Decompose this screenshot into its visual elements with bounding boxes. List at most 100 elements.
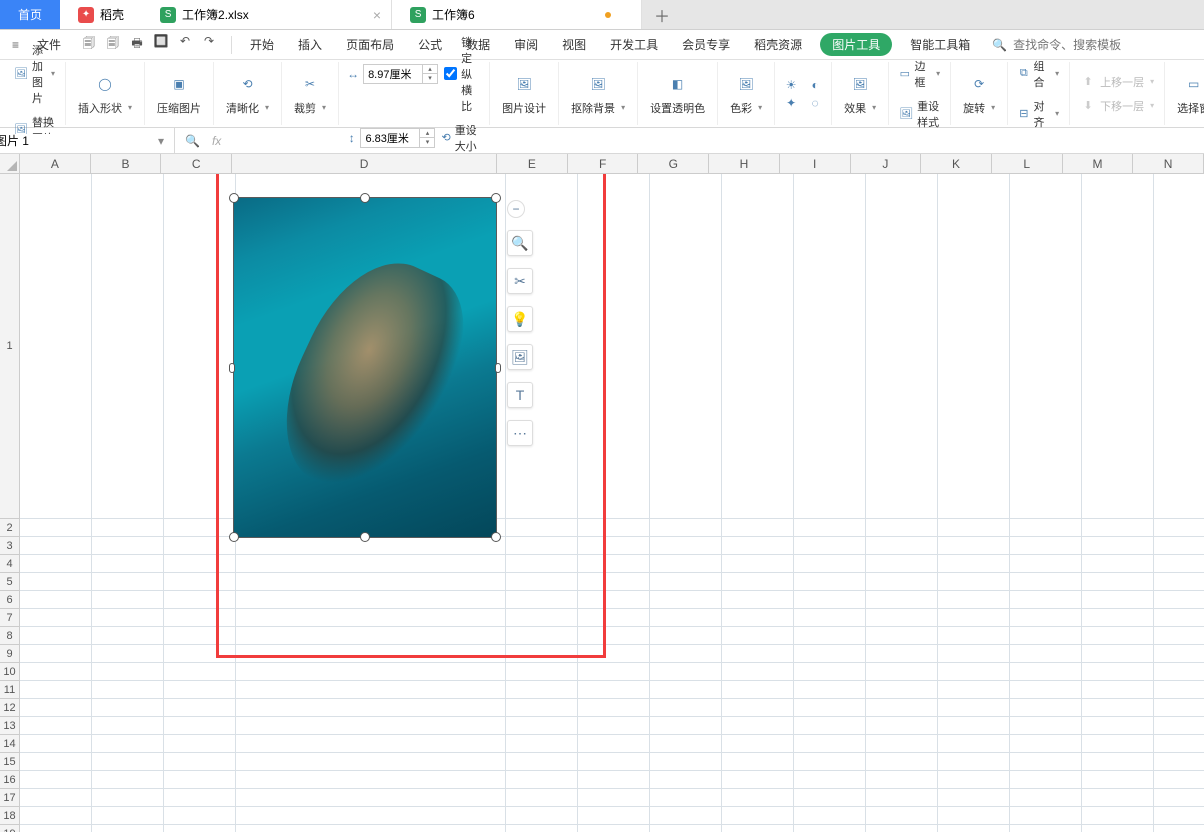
qat-print-icon[interactable]: 🖶 [129, 34, 145, 55]
col-header-L[interactable]: L [992, 154, 1063, 174]
add-image-button[interactable]: 🖼添加图片▾ [12, 40, 57, 108]
row-header-1[interactable]: 1 [0, 174, 20, 519]
sharp-icon[interactable]: ✦ [783, 95, 799, 111]
effects-button[interactable]: 🖼效果▾ [840, 70, 880, 118]
row-header-9[interactable]: 9 [0, 645, 20, 663]
resize-handle-mr[interactable] [495, 363, 501, 373]
col-header-J[interactable]: J [851, 154, 922, 174]
select-all-corner[interactable] [0, 154, 20, 174]
zoom-icon[interactable]: 🔍 [185, 134, 200, 148]
col-header-H[interactable]: H [709, 154, 780, 174]
spin-down-icon[interactable]: ▾ [420, 138, 434, 147]
rt-review[interactable]: 审阅 [502, 30, 550, 60]
rotate-button[interactable]: ⟳旋转▾ [959, 70, 999, 118]
row-header-11[interactable]: 11 [0, 681, 20, 699]
row-header-19[interactable]: 19 [0, 825, 20, 832]
command-search-input[interactable] [1013, 38, 1153, 52]
tab-doke[interactable]: ✦ 稻壳 [60, 0, 142, 29]
insert-shape-button[interactable]: ◯插入形状▾ [74, 70, 136, 118]
crop-button[interactable]: ✂裁剪▾ [290, 70, 330, 118]
tab-add[interactable]: ＋ [642, 0, 682, 29]
fx-icon[interactable]: fx [212, 134, 221, 148]
rt-view[interactable]: 视图 [550, 30, 598, 60]
name-box-input[interactable] [0, 134, 154, 148]
row-header-13[interactable]: 13 [0, 717, 20, 735]
color-button[interactable]: 🖼色彩▾ [726, 70, 766, 118]
pic-design-button[interactable]: 🖼图片设计 [498, 70, 550, 118]
row-header-10[interactable]: 10 [0, 663, 20, 681]
close-icon[interactable]: × [373, 7, 381, 23]
resize-handle-br[interactable] [491, 532, 501, 542]
crop-tool-button[interactable]: ✂ [507, 268, 533, 294]
spin-down-icon[interactable]: ▾ [423, 74, 437, 83]
col-header-K[interactable]: K [921, 154, 992, 174]
row-header-2[interactable]: 2 [0, 519, 20, 537]
brightness-icon[interactable]: ☀ [783, 77, 799, 93]
select-pane-button[interactable]: ▭选择窗 [1173, 70, 1204, 118]
height-input[interactable]: ▴▾ [360, 128, 435, 148]
reset-style-button[interactable]: 🖼重设样式 [897, 96, 942, 132]
inserted-image[interactable] [233, 197, 497, 538]
command-search[interactable]: 🔍 [984, 38, 1198, 52]
text-button[interactable]: T [507, 382, 533, 408]
col-header-G[interactable]: G [638, 154, 709, 174]
row-header-6[interactable]: 6 [0, 591, 20, 609]
lock-ratio-checkbox[interactable]: 锁定纵横比 [442, 32, 481, 116]
zoom-button[interactable]: 🔍 [507, 230, 533, 256]
contrast-icon[interactable]: ◐ [807, 77, 823, 93]
smart-toolbox-tab[interactable]: 智能工具箱 [898, 36, 982, 53]
remove-bg-button[interactable]: 🖼抠除背景▾ [567, 70, 629, 118]
lock-ratio-input[interactable] [444, 67, 457, 80]
col-header-F[interactable]: F [568, 154, 639, 174]
rt-vip[interactable]: 会员专享 [670, 30, 742, 60]
rt-doke[interactable]: 稻壳资源 [742, 30, 814, 60]
row-header-8[interactable]: 8 [0, 627, 20, 645]
name-box-dropdown-icon[interactable]: ▾ [154, 134, 168, 148]
more-button[interactable]: ⋯ [507, 420, 533, 446]
compress-button[interactable]: ▣压缩图片 [153, 70, 205, 118]
resize-handle-bl[interactable] [229, 532, 239, 542]
qat-saveas-icon[interactable]: 🗐 [105, 34, 121, 55]
col-header-D[interactable]: D [232, 154, 497, 174]
transparent-button[interactable]: ◧设置透明色 [646, 70, 709, 118]
row-header-7[interactable]: 7 [0, 609, 20, 627]
row-header-3[interactable]: 3 [0, 537, 20, 555]
tab-home[interactable]: 首页 [0, 0, 60, 29]
qat-undo-icon[interactable]: ↶ [177, 34, 193, 55]
resize-handle-tr[interactable] [491, 193, 501, 203]
grid[interactable] [20, 174, 1204, 832]
row-header-17[interactable]: 17 [0, 789, 20, 807]
row-header-16[interactable]: 16 [0, 771, 20, 789]
spin-up-icon[interactable]: ▴ [423, 65, 437, 74]
clarity-button[interactable]: ⟲清晰化▾ [222, 70, 273, 118]
col-header-A[interactable]: A [20, 154, 91, 174]
height-field[interactable] [361, 132, 419, 144]
width-input[interactable]: ▴▾ [363, 64, 438, 84]
rt-start[interactable]: 开始 [238, 30, 286, 60]
row-header-12[interactable]: 12 [0, 699, 20, 717]
extract-button[interactable]: 🖼 [507, 344, 533, 370]
row-header-14[interactable]: 14 [0, 735, 20, 753]
row-header-18[interactable]: 18 [0, 807, 20, 825]
tab-file2[interactable]: S 工作簿6 [392, 0, 642, 29]
width-field[interactable] [364, 68, 422, 80]
resize-handle-bm[interactable] [360, 532, 370, 542]
col-header-N[interactable]: N [1133, 154, 1204, 174]
group-button[interactable]: ⧉组合▾ [1016, 56, 1061, 92]
bulb-button[interactable]: 💡 [507, 306, 533, 332]
picture-tools-tab[interactable]: 图片工具 [820, 33, 892, 56]
qat-redo-icon[interactable]: ↷ [201, 34, 217, 55]
col-header-M[interactable]: M [1063, 154, 1134, 174]
qat-save-icon[interactable]: 🗐 [81, 34, 97, 55]
col-header-B[interactable]: B [91, 154, 162, 174]
border-button[interactable]: ▭边框▾ [897, 56, 942, 92]
qat-preview-icon[interactable]: 🔲 [153, 34, 169, 55]
name-box[interactable]: ▾ [0, 128, 175, 153]
col-header-E[interactable]: E [497, 154, 568, 174]
collapse-button[interactable]: − [507, 200, 525, 218]
tab-file1[interactable]: S 工作簿2.xlsx × [142, 0, 392, 29]
spin-up-icon[interactable]: ▴ [420, 129, 434, 138]
reset-size-button[interactable]: ⟲重设大小 [439, 120, 481, 156]
rt-insert[interactable]: 插入 [286, 30, 334, 60]
col-header-C[interactable]: C [161, 154, 232, 174]
